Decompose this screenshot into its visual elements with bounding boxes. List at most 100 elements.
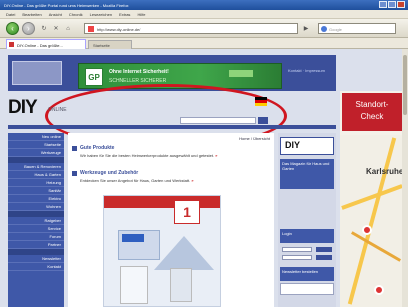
header-link[interactable]: Kontakt · Impressum	[288, 68, 325, 73]
magazine-teaser[interactable]: Das Magazin für Haus und Garten	[280, 159, 334, 189]
navigation-toolbar: ‹ › ↻ ✕ ⌂ http://www.diy-online.de/ ▶ Go…	[0, 19, 408, 38]
nav-item[interactable]: Heizung	[8, 179, 64, 187]
window-titlebar: DIY-Online - Das größte Portal rund ums …	[0, 0, 408, 10]
main-content: Home / Übersicht Gute Produkte Wir haben…	[68, 133, 274, 307]
section-title[interactable]: Werkzeuge und Zubehör	[80, 170, 138, 176]
left-navigation: Neu online Startseite Werkzeuge Bauen & …	[8, 133, 64, 307]
tab-favicon-icon	[9, 42, 14, 47]
nav-item[interactable]: Forum	[8, 233, 64, 241]
menu-bar: Datei Bearbeiten Ansicht Chronik Lesezei…	[0, 10, 408, 19]
map-road	[351, 231, 401, 262]
magazine-logo[interactable]: DIY	[280, 137, 334, 155]
side-ad-headline: Standort- Check	[342, 93, 402, 131]
section-text: Entdecken Sie unser Angebot für Haus, Ga…	[80, 178, 260, 183]
submit-button[interactable]	[316, 255, 332, 260]
more-arrow-icon[interactable]: »	[215, 153, 217, 158]
tab-active[interactable]: DIY-Online - Das größte...	[6, 39, 86, 49]
nav-item[interactable]: Ratgeber	[8, 217, 64, 225]
login-box-title: Login	[280, 229, 334, 243]
ad-cta-button[interactable]	[229, 70, 253, 77]
menu-history[interactable]: Chronik	[69, 12, 83, 17]
bullet-icon	[72, 171, 77, 176]
nav-item[interactable]: Werkzeuge	[8, 149, 64, 157]
section-title[interactable]: Gute Produkte	[80, 145, 114, 151]
side-ad-map: Karlsruhe	[340, 135, 404, 307]
mountain-graphic	[154, 236, 214, 270]
more-arrow-icon[interactable]: »	[191, 178, 193, 183]
section-text-body: Entdecken Sie unser Angebot für Haus, Ga…	[80, 178, 191, 183]
nav-item[interactable]: Bauen & Renovieren	[8, 163, 64, 171]
menu-bookmarks[interactable]: Lesezeichen	[90, 12, 112, 17]
map-road	[347, 137, 397, 305]
back-button[interactable]: ‹	[6, 22, 19, 35]
nav-item[interactable]: Neu online	[8, 133, 64, 141]
bullet-icon	[72, 146, 77, 151]
search-input[interactable]: Google	[318, 23, 396, 34]
tab-bar: DIY-Online - Das größte... Startseite	[0, 38, 408, 49]
web-page: GP Ohne Internet Sicherheit! SCHNELLER S…	[0, 49, 408, 307]
menu-tools[interactable]: Extras	[119, 12, 130, 17]
section-text: Wir haben für Sie die besten Heimwerkerp…	[80, 153, 260, 158]
nav-item[interactable]: Service	[8, 225, 64, 233]
diy-logo-sub: ONLINE	[48, 107, 67, 113]
password-field[interactable]	[282, 255, 312, 260]
tab-inactive[interactable]: Startseite	[88, 40, 132, 49]
map-city-label: Karlsruhe	[366, 167, 404, 176]
ad-logo: GP	[85, 68, 103, 86]
nav-item[interactable]: Wohnen	[8, 203, 64, 211]
close-button[interactable]	[397, 1, 405, 8]
side-ad[interactable]: Standort- Check Karlsruhe	[340, 91, 404, 307]
site-search-input[interactable]	[180, 117, 256, 124]
newsletter-form[interactable]	[280, 283, 334, 295]
map-pin-icon	[374, 285, 384, 295]
product-image[interactable]: 1	[103, 195, 221, 307]
search-engine-icon	[321, 26, 327, 32]
tab-label: Startseite	[93, 43, 110, 48]
header-divider	[8, 125, 336, 129]
go-icon[interactable]: ▶	[302, 25, 310, 33]
tab-label: DIY-Online - Das größte...	[17, 43, 63, 48]
german-flag-icon[interactable]	[255, 97, 267, 106]
menu-file[interactable]: Datei	[6, 12, 15, 17]
side-ad-line2: Check	[360, 112, 384, 121]
menu-help[interactable]: Hilfe	[137, 12, 145, 17]
home-icon[interactable]: ⌂	[64, 25, 72, 33]
window-title: DIY-Online - Das größte Portal rund ums …	[4, 3, 129, 8]
nav-item[interactable]: Kontakt	[8, 263, 64, 271]
diy-logo[interactable]: DIY	[8, 97, 38, 119]
nav-item[interactable]: Partner	[8, 241, 64, 249]
ad-headline: Ohne Internet Sicherheit!	[109, 69, 169, 75]
stop-icon[interactable]: ✕	[52, 25, 60, 33]
section-text-body: Wir haben für Sie die besten Heimwerkerp…	[80, 153, 215, 158]
breadcrumb[interactable]: Home / Übersicht	[239, 136, 270, 141]
menu-edit[interactable]: Bearbeiten	[22, 12, 41, 17]
newsletter-teaser[interactable]: Newsletter bestellen	[280, 267, 334, 281]
reload-icon[interactable]: ↻	[40, 25, 48, 33]
scrollbar-thumb[interactable]	[403, 55, 407, 115]
map-road	[341, 184, 403, 210]
nav-item[interactable]: Newsletter	[8, 255, 64, 263]
nav-item[interactable]: Sanitär	[8, 187, 64, 195]
window-controls	[379, 1, 405, 8]
minimize-button[interactable]	[379, 1, 387, 8]
product-glass	[120, 266, 148, 304]
side-ad-line1: Standort-	[355, 100, 389, 109]
forward-button[interactable]: ›	[22, 22, 35, 35]
site-favicon-icon	[88, 26, 94, 32]
nav-item[interactable]: Startseite	[8, 141, 64, 149]
site-search-button[interactable]	[258, 117, 268, 124]
nav-item[interactable]: Elektro	[8, 195, 64, 203]
site-header-logo[interactable]	[12, 61, 62, 85]
menu-view[interactable]: Ansicht	[49, 12, 62, 17]
username-field[interactable]	[282, 247, 312, 252]
product-stripe	[104, 196, 220, 208]
search-placeholder: Google	[329, 27, 342, 32]
login-button[interactable]	[316, 247, 332, 252]
address-bar[interactable]: http://www.diy-online.de/	[84, 23, 298, 34]
product-glass	[170, 268, 192, 302]
product-box-label	[122, 234, 144, 242]
maximize-button[interactable]	[388, 1, 396, 8]
map-pin-icon	[362, 225, 372, 235]
product-badge: 1	[174, 200, 200, 224]
nav-item[interactable]: Haus & Garten	[8, 171, 64, 179]
